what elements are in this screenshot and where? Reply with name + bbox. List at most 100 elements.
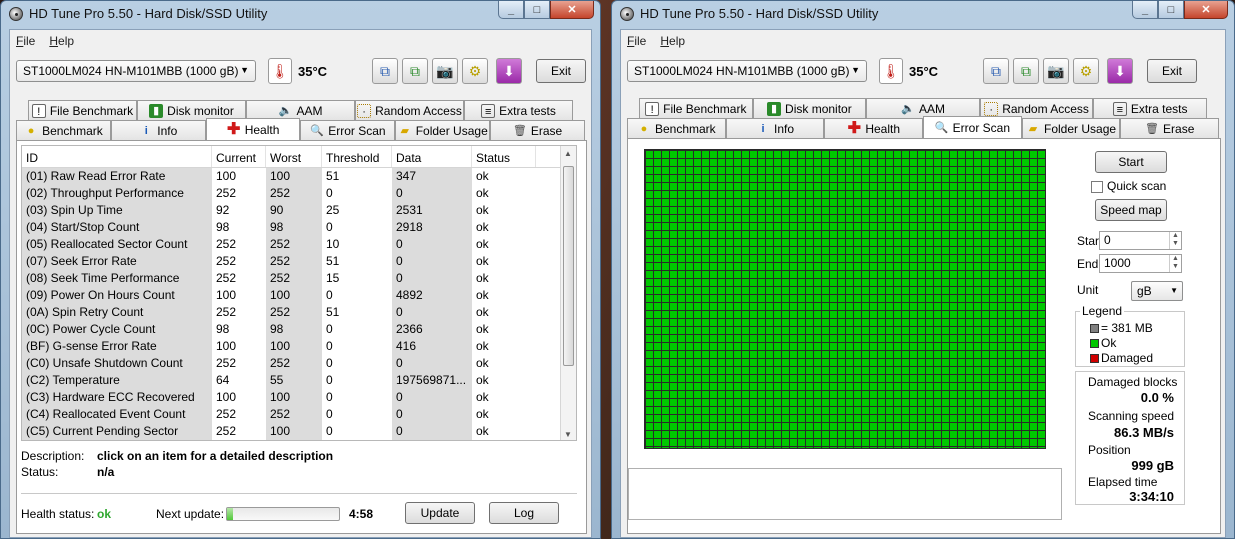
- table-row[interactable]: (C2) Temperature 64 55 0 197569871... ok: [22, 372, 576, 389]
- spinner-arrows-icon[interactable]: ▲ ▼: [1169, 232, 1181, 249]
- tab-benchmark[interactable]: ● Benchmark: [627, 118, 726, 138]
- maximize-button[interactable]: □: [524, 1, 550, 19]
- health-cross-icon: ✚: [847, 119, 862, 137]
- table-row[interactable]: (C5) Current Pending Sector 252 100 0 0 ok: [22, 423, 576, 440]
- table-cell: 100: [212, 168, 266, 185]
- menu-file[interactable]: File: [627, 34, 646, 48]
- tab-extra-tests[interactable]: ≡ Extra tests: [1093, 98, 1207, 118]
- tab-row-top: ! File Benchmark ▮ Disk monitor 🔈 AAM · Rand…: [16, 100, 585, 120]
- menu-file[interactable]: File: [16, 34, 35, 48]
- menu-help[interactable]: Help: [49, 34, 74, 48]
- options-wrench-icon[interactable]: ⚙: [1073, 58, 1099, 84]
- scroll-down-icon[interactable]: ▼: [564, 430, 572, 439]
- table-row[interactable]: (C4) Reallocated Event Count 252 252 0 0 ok: [22, 406, 576, 423]
- scan-log-area[interactable]: [628, 468, 1062, 520]
- tab-benchmark[interactable]: ● Benchmark: [16, 120, 111, 140]
- copy-info-icon[interactable]: ⧉: [983, 58, 1009, 84]
- minimize-button[interactable]: _: [1132, 1, 1158, 19]
- speaker-icon: 🔈: [901, 102, 915, 115]
- tab-erase[interactable]: 🗑 Erase: [1120, 118, 1220, 138]
- scrollbar-thumb[interactable]: [563, 166, 574, 366]
- minimize-button[interactable]: _: [498, 1, 524, 19]
- update-button[interactable]: Update: [405, 502, 475, 524]
- table-row[interactable]: (0C) Power Cycle Count 98 98 0 2366 ok: [22, 321, 576, 338]
- table-row[interactable]: (08) Seek Time Performance 252 252 15 0 ok: [22, 270, 576, 287]
- vertical-scrollbar[interactable]: ▲ ▼: [560, 146, 576, 440]
- tab-folder-usage[interactable]: ▰ Folder Usage: [395, 120, 491, 140]
- start-input[interactable]: 0 ▲ ▼: [1099, 231, 1182, 250]
- copy-info-icon[interactable]: ⧉: [372, 58, 398, 84]
- table-row[interactable]: (BF) G-sense Error Rate 100 100 0 416 ok: [22, 338, 576, 355]
- exit-button[interactable]: Exit: [536, 59, 586, 83]
- close-button[interactable]: ✕: [1184, 1, 1228, 19]
- table-cell: 347: [392, 168, 472, 185]
- maximize-button[interactable]: □: [1158, 1, 1184, 19]
- quick-scan-checkbox[interactable]: Quick scan: [1091, 179, 1166, 193]
- col-id[interactable]: ID: [22, 146, 212, 167]
- tab-error-scan[interactable]: 🔍 Error Scan: [300, 120, 396, 140]
- table-cell: 100: [212, 287, 266, 304]
- drive-select-value: ST1000LM024 HN-M101MBB (1000 gB): [23, 64, 239, 78]
- title-bar[interactable]: HD Tune Pro 5.50 - Hard Disk/SSD Utility…: [612, 1, 1234, 27]
- table-row[interactable]: (05) Reallocated Sector Count 252 252 10 0 ok: [22, 236, 576, 253]
- tab-disk-monitor[interactable]: ▮ Disk monitor: [752, 98, 867, 118]
- table-row[interactable]: (01) Raw Read Error Rate 100 100 51 347 ok: [22, 168, 576, 185]
- position-value: 999 gB: [1131, 458, 1174, 473]
- camera-icon[interactable]: 📷: [1043, 58, 1069, 84]
- col-data[interactable]: Data: [392, 146, 472, 167]
- menu-help[interactable]: Help: [660, 34, 685, 48]
- table-row[interactable]: (C3) Hardware ECC Recovered 100 100 0 0 ok: [22, 389, 576, 406]
- spinner-arrows-icon[interactable]: ▲ ▼: [1169, 255, 1181, 272]
- col-threshold[interactable]: Threshold: [322, 146, 392, 167]
- speed-map-button[interactable]: Speed map: [1095, 199, 1167, 221]
- table-cell: 252: [266, 185, 322, 202]
- table-cell: ok: [472, 219, 536, 236]
- scroll-up-icon[interactable]: ▲: [564, 149, 572, 158]
- table-row[interactable]: (0A) Spin Retry Count 252 252 51 0 ok: [22, 304, 576, 321]
- tab-extra-tests[interactable]: ≡ Extra tests: [464, 100, 573, 120]
- title-bar[interactable]: HD Tune Pro 5.50 - Hard Disk/SSD Utility…: [1, 1, 600, 27]
- tab-folder-usage[interactable]: ▰ Folder Usage: [1021, 118, 1121, 138]
- tab-file-benchmark[interactable]: ! File Benchmark: [639, 98, 753, 118]
- log-button[interactable]: Log: [489, 502, 559, 524]
- bulb-icon: ●: [640, 122, 648, 135]
- tab-disk-monitor[interactable]: ▮ Disk monitor: [137, 100, 246, 120]
- tab-random-access[interactable]: · Random Access: [355, 100, 464, 120]
- copy-all-icon[interactable]: ⧉: [1013, 58, 1039, 84]
- save-download-icon[interactable]: ⬇: [1107, 58, 1133, 84]
- start-button[interactable]: Start: [1095, 151, 1167, 173]
- end-input[interactable]: 1000 ▲ ▼: [1099, 254, 1182, 273]
- close-button[interactable]: ✕: [550, 1, 594, 19]
- tab-random-access[interactable]: · Random Access: [979, 98, 1094, 118]
- tab-info[interactable]: i Info: [725, 118, 825, 138]
- smart-table[interactable]: ID Current Worst Threshold Data Status (…: [21, 145, 577, 441]
- col-current[interactable]: Current: [212, 146, 266, 167]
- col-worst[interactable]: Worst: [266, 146, 322, 167]
- table-cell: (02) Throughput Performance: [22, 185, 212, 202]
- tab-info[interactable]: i Info: [110, 120, 206, 140]
- tab-error-scan[interactable]: 🔍 Error Scan: [923, 116, 1022, 138]
- tab-erase[interactable]: 🗑 Erase: [490, 120, 585, 140]
- col-status[interactable]: Status: [472, 146, 536, 167]
- unit-select[interactable]: gB ▼: [1131, 281, 1183, 301]
- drive-select[interactable]: ST1000LM024 HN-M101MBB (1000 gB) ▼: [16, 60, 256, 82]
- tab-file-benchmark[interactable]: ! File Benchmark: [28, 100, 137, 120]
- copy-all-icon[interactable]: ⧉: [402, 58, 428, 84]
- exit-button[interactable]: Exit: [1147, 59, 1197, 83]
- tab-health[interactable]: ✚ Health: [205, 118, 301, 140]
- table-row[interactable]: (C0) Unsafe Shutdown Count 252 252 0 0 ok: [22, 355, 576, 372]
- tab-aam[interactable]: 🔈 AAM: [866, 98, 980, 118]
- options-wrench-icon[interactable]: ⚙: [462, 58, 488, 84]
- tab-aam[interactable]: 🔈 AAM: [246, 100, 355, 120]
- checkbox-box[interactable]: [1091, 180, 1103, 193]
- table-row[interactable]: (09) Power On Hours Count 100 100 0 4892 ok: [22, 287, 576, 304]
- table-row[interactable]: (07) Seek Error Rate 252 252 51 0 ok: [22, 253, 576, 270]
- legend-ok: Ok: [1090, 336, 1116, 350]
- table-row[interactable]: (02) Throughput Performance 252 252 0 0 ok: [22, 185, 576, 202]
- drive-select[interactable]: ST1000LM024 HN-M101MBB (1000 gB) ▼: [627, 60, 867, 82]
- table-row[interactable]: (03) Spin Up Time 92 90 25 2531 ok: [22, 202, 576, 219]
- save-download-icon[interactable]: ⬇: [496, 58, 522, 84]
- camera-icon[interactable]: 📷: [432, 58, 458, 84]
- table-row[interactable]: (04) Start/Stop Count 98 98 0 2918 ok: [22, 219, 576, 236]
- tab-health[interactable]: ✚ Health: [824, 118, 924, 138]
